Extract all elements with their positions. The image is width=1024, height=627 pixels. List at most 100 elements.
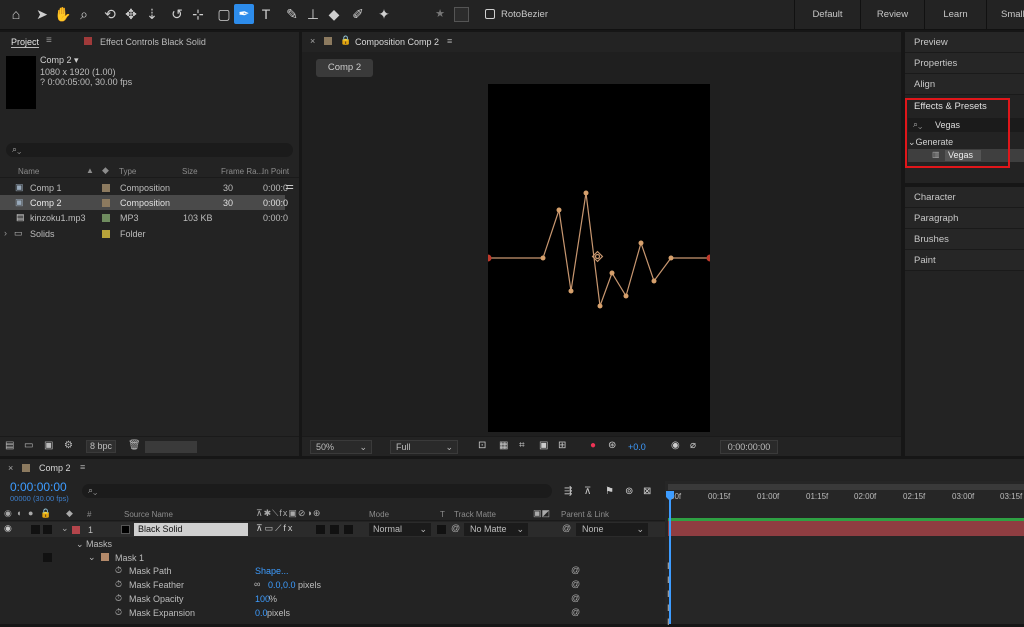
rectangle-icon[interactable]: ▢: [214, 0, 234, 28]
solo-box[interactable]: [31, 525, 40, 534]
stopwatch-icon[interactable]: ⏱: [115, 607, 122, 618]
time-ruler[interactable]: 00f 00:15f 01:00f 01:15f 02:00f 02:15f 0…: [665, 491, 1024, 505]
solo-icon[interactable]: ●: [28, 508, 33, 518]
panel-properties[interactable]: Properties: [905, 53, 1024, 74]
star-icon[interactable]: ★: [430, 0, 450, 28]
timeline-timecode[interactable]: 0:00:00:00: [10, 480, 67, 494]
orbit-camera-icon[interactable]: ⟲: [100, 0, 120, 28]
close-icon[interactable]: ×: [8, 463, 13, 473]
frame-blending-icon[interactable]: ⊚: [625, 486, 633, 497]
sort-icon[interactable]: ▲: [86, 166, 94, 175]
layer-name[interactable]: Black Solid: [134, 523, 248, 536]
constrain-link-icon[interactable]: ∞: [254, 579, 260, 589]
expression-pickwhip-icon[interactable]: @: [571, 593, 580, 603]
project-row[interactable]: › ▭ Solids Folder: [0, 226, 285, 241]
panel-menu-icon[interactable]: ≡: [80, 462, 85, 472]
new-folder-icon[interactable]: ▭: [24, 440, 33, 451]
trash-icon[interactable]: 🗑: [128, 440, 141, 451]
prop-value[interactable]: 100: [255, 594, 270, 604]
lock-icon[interactable]: 🔒: [40, 508, 51, 519]
switch-box[interactable]: [344, 525, 353, 534]
project-row[interactable]: ▤ kinzoku1.mp3 MP3 103 KB 0:00:0: [0, 210, 288, 225]
layer-duration-bar[interactable]: [668, 521, 1024, 536]
col-source-name[interactable]: Source Name: [124, 510, 173, 519]
preserve-transparency-box[interactable]: [437, 525, 446, 534]
type-icon[interactable]: T: [256, 0, 276, 28]
panel-menu-icon[interactable]: ≡: [46, 35, 52, 46]
keyframe-icon[interactable]: I: [667, 575, 670, 585]
layer-label-swatch[interactable]: [72, 526, 80, 534]
mask-path-drawing[interactable]: [484, 84, 714, 432]
lock-box[interactable]: [43, 525, 52, 534]
keyframe-icon[interactable]: I: [667, 589, 670, 599]
project-search-input[interactable]: ⌕⌄: [6, 143, 293, 157]
reset-exposure-icon[interactable]: ⊛: [608, 440, 616, 451]
expression-pickwhip-icon[interactable]: @: [571, 607, 580, 617]
chevron-down-icon[interactable]: ⌄: [61, 523, 69, 534]
thumbnail-slider[interactable]: [145, 441, 197, 453]
parent-dropdown[interactable]: None ⌄: [576, 523, 648, 536]
col-type[interactable]: Type: [119, 167, 136, 176]
label-swatch[interactable]: [102, 230, 110, 238]
brush-icon[interactable]: ✎: [282, 0, 302, 28]
eye-icon[interactable]: ◉: [4, 508, 12, 519]
fast-previews-icon[interactable]: ⊡: [478, 440, 486, 451]
tab-project[interactable]: Project: [11, 37, 40, 48]
col-size[interactable]: Size: [182, 167, 198, 176]
track-matte-dropdown[interactable]: No Matte ⌄: [464, 523, 528, 536]
label-swatch[interactable]: [102, 214, 110, 222]
mask-visibility-icon[interactable]: ⌗: [519, 440, 525, 451]
layer-switches[interactable]: ⊼▭⟋fx: [256, 523, 294, 534]
zoom-icon[interactable]: ⌕: [74, 0, 94, 28]
panel-align[interactable]: Align: [905, 74, 1024, 95]
clone-stamp-icon[interactable]: ⊥: [303, 0, 323, 28]
snapping-icon[interactable]: [454, 7, 469, 22]
expression-pickwhip-icon[interactable]: @: [571, 565, 580, 575]
stopwatch-icon[interactable]: ⏱: [115, 593, 122, 604]
timeline-search-input[interactable]: ⌕⌄: [82, 484, 552, 498]
dolly-camera-icon[interactable]: ⇣: [142, 0, 162, 28]
workspace-review[interactable]: Review: [860, 0, 924, 30]
label-tag-icon[interactable]: ◆: [102, 165, 109, 176]
lock-icon[interactable]: 🔒: [340, 35, 351, 46]
panel-character[interactable]: Character: [905, 187, 1024, 208]
panel-menu-icon[interactable]: ≡: [447, 36, 452, 46]
audio-icon[interactable]: ◖: [16, 508, 21, 518]
transparency-grid-icon[interactable]: ▦: [499, 440, 508, 451]
label-swatch[interactable]: [102, 199, 110, 207]
chevron-right-icon[interactable]: ›: [4, 228, 7, 238]
pen-icon[interactable]: ✒: [234, 4, 254, 24]
grid-guides-icon[interactable]: ⊞: [558, 440, 566, 451]
zoom-dropdown[interactable]: 50% ⌄: [310, 440, 372, 454]
snapshot-camera-icon[interactable]: ◉: [671, 440, 680, 451]
bpc-button[interactable]: 8 bpc: [86, 440, 116, 453]
eye-icon[interactable]: ◉: [4, 523, 12, 534]
masks-group[interactable]: ⌄ Masks: [76, 539, 112, 550]
tab-effect-controls[interactable]: Effect Controls Black Solid: [100, 37, 206, 47]
mask-solo-box[interactable]: [43, 553, 52, 562]
color-channels-icon[interactable]: ●: [590, 440, 596, 451]
draft-3d-icon[interactable]: ⊼: [584, 486, 591, 497]
expression-pickwhip-icon[interactable]: @: [571, 579, 580, 589]
close-icon[interactable]: ×: [310, 36, 315, 46]
parent-pickwhip-icon[interactable]: @: [562, 523, 571, 533]
panel-paragraph[interactable]: Paragraph: [905, 208, 1024, 229]
viewer-tab-title[interactable]: Composition Comp 2: [355, 37, 439, 47]
hand-icon[interactable]: ✋: [53, 0, 73, 28]
stopwatch-icon[interactable]: ⏱: [115, 579, 122, 590]
stopwatch-icon[interactable]: ⏱: [115, 565, 122, 576]
workspace-learn[interactable]: Learn: [924, 0, 986, 30]
keyframe-icon[interactable]: I: [667, 617, 670, 627]
layer-row[interactable]: ◉ ⌄ 1 Black Solid ⊼▭⟋fx Normal ⌄ @ No Mat…: [0, 522, 665, 537]
flowchart-icon[interactable]: ⚌: [285, 181, 294, 192]
col-frame-rate[interactable]: Frame Ra...: [221, 167, 263, 176]
comp-canvas[interactable]: [484, 84, 714, 432]
panel-preview[interactable]: Preview: [905, 32, 1024, 53]
comp-breadcrumb[interactable]: Comp 2: [316, 59, 373, 77]
keyframe-icon[interactable]: I: [667, 603, 670, 613]
panel-paint[interactable]: Paint: [905, 250, 1024, 271]
project-row[interactable]: ▣ Comp 1 Composition 30 0:00:0: [0, 180, 288, 195]
interpret-footage-icon[interactable]: ▤: [5, 440, 14, 451]
selection-arrow-icon[interactable]: ➤: [32, 0, 52, 28]
switch-box[interactable]: [316, 525, 325, 534]
